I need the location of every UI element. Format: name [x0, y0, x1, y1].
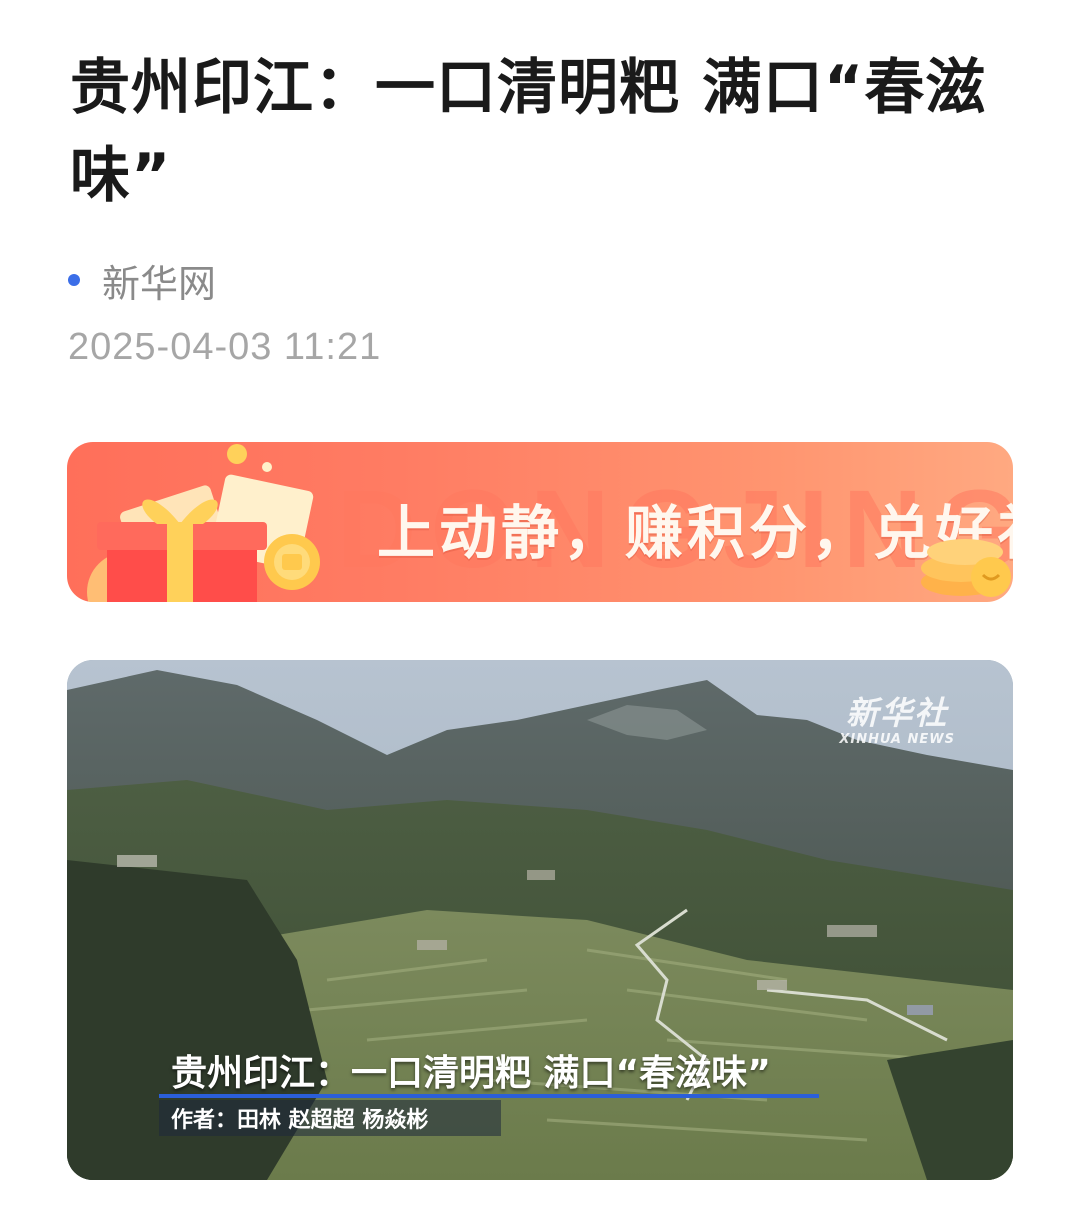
caption-divider — [159, 1094, 819, 1098]
coins-icon — [921, 539, 1011, 597]
source-name[interactable]: 新华网 — [102, 253, 216, 308]
caption-author-bar: 作者：田林 赵超超 杨焱彬 — [159, 1100, 501, 1136]
logo-cn: 新华社 — [846, 694, 949, 732]
xinhua-logo: 新华社 XINHUA NEWS — [839, 688, 955, 747]
video-caption-title: 贵州印江：一口清明粑 满口“春滋味” — [171, 1053, 771, 1094]
video-player[interactable]: 新华社 XINHUA NEWS 贵州印江：一口清明粑 满口“春滋味” 作者：田林… — [67, 660, 1013, 1180]
gift-box-icon — [87, 444, 320, 602]
publish-time: 2025-04-03 11:21 — [68, 326, 382, 368]
logo-en: XINHUA NEWS — [839, 732, 955, 747]
video-caption-author: 作者：田林 赵超超 杨焱彬 — [171, 1108, 429, 1133]
source-row[interactable]: 新华网 — [68, 252, 216, 308]
article-title: 贵州印江：一口清明粑 满口“春滋味” — [70, 53, 987, 211]
promo-banner[interactable]: DONGJING 上动静，赚积分，兑好礼 — [67, 442, 1013, 602]
source-dot-icon — [68, 274, 80, 286]
